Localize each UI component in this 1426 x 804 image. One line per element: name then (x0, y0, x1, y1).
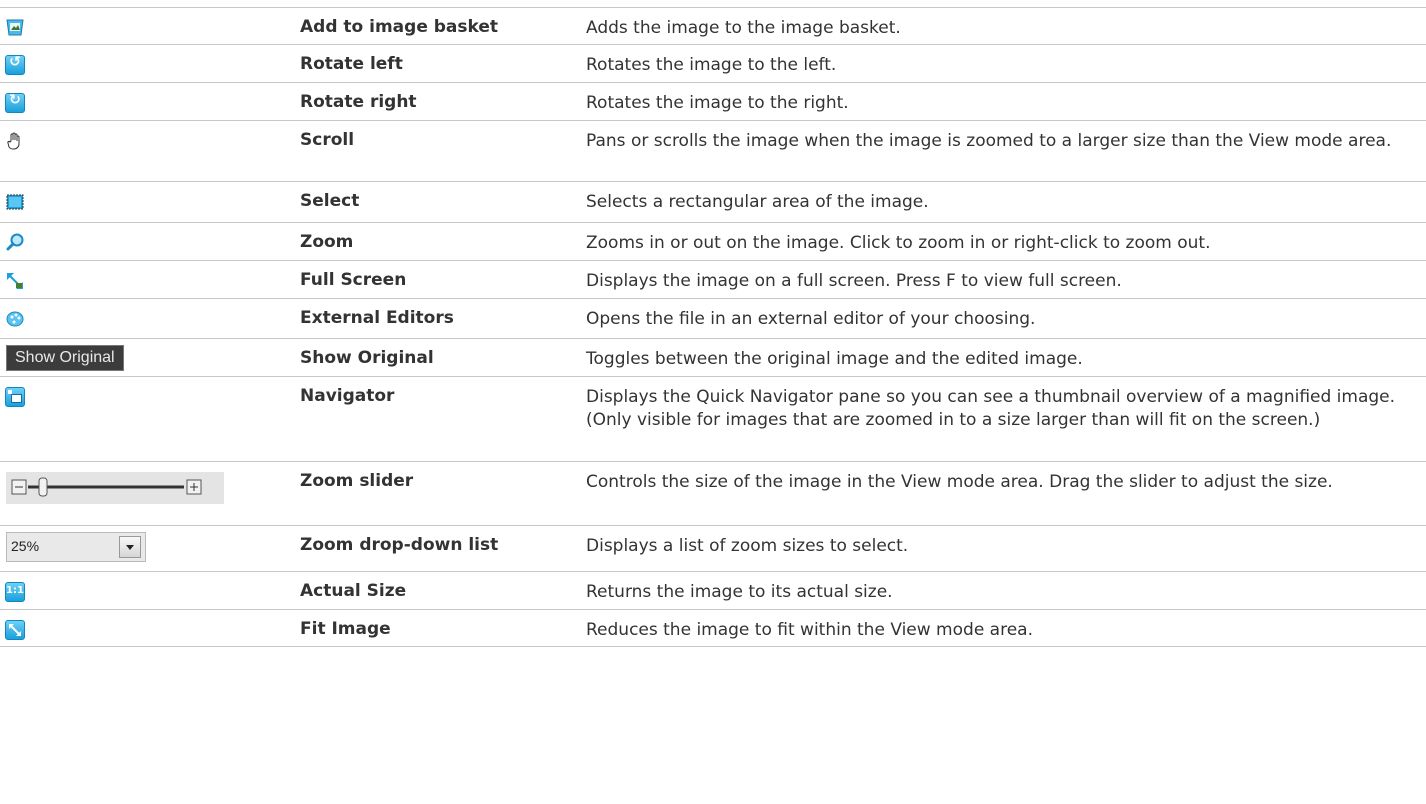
rotate-right-icon: ↻ (5, 92, 25, 113)
magnifier-icon (5, 232, 25, 257)
tool-description: Pans or scrolls the image when the image… (586, 131, 1392, 151)
table-row: ↺ Rotate left Rotates the image to the l… (0, 44, 1426, 82)
tool-name: External Editors (300, 308, 454, 328)
select-rectangle-icon (5, 192, 25, 217)
table-row: Full Screen Displays the image on a full… (0, 260, 1426, 298)
tool-name: Navigator (300, 386, 395, 406)
tool-name: Zoom drop-down list (300, 535, 499, 555)
actual-size-icon-text: 1:1 (6, 585, 24, 596)
navigator-icon (5, 387, 25, 407)
table-row: ↻ Rotate right Rotates the image to the … (0, 82, 1426, 120)
rotate-left-icon: ↺ (5, 54, 25, 75)
tool-description: Rotates the image to the left. (586, 55, 837, 75)
table-row: Zoom slider Controls the size of the ima… (0, 461, 1426, 525)
actual-size-icon: 1:1 (5, 582, 25, 602)
zoom-slider-control[interactable] (6, 472, 224, 504)
tool-description: Displays the image on a full screen. Pre… (586, 271, 1122, 291)
tool-name: Full Screen (300, 270, 407, 290)
tool-name: Show Original (300, 348, 434, 368)
tool-description: Displays a list of zoom sizes to select. (586, 536, 909, 556)
tool-name: Zoom slider (300, 471, 414, 491)
tool-description: Controls the size of the image in the Vi… (586, 472, 1333, 492)
tool-description: Reduces the image to fit within the View… (586, 620, 1033, 640)
tool-description: Returns the image to its actual size. (586, 582, 893, 602)
table-row: Zoom Zooms in or out on the image. Click… (0, 222, 1426, 260)
tool-name: Rotate right (300, 92, 417, 112)
table-row: 25% Zoom drop-down list Displays a list … (0, 525, 1426, 571)
table-row: 1:1 Actual Size Returns the image to its… (0, 571, 1426, 609)
table-row: Add to image basket Adds the image to th… (0, 7, 1426, 44)
tool-name: Scroll (300, 130, 355, 150)
chevron-down-icon[interactable] (119, 536, 141, 558)
hand-icon (5, 131, 25, 156)
table-row: Show Original Show Original Toggles betw… (0, 338, 1426, 376)
tool-description: Adds the image to the image basket. (586, 18, 901, 38)
full-screen-icon (5, 271, 25, 296)
tool-name: Rotate left (300, 54, 403, 74)
table-row: Select Selects a rectangular area of the… (0, 181, 1426, 222)
tool-description: Selects a rectangular area of the image. (586, 192, 929, 212)
tool-name: Actual Size (300, 581, 407, 601)
palette-icon (5, 309, 25, 334)
tool-name: Fit Image (300, 619, 391, 639)
tool-name: Select (300, 191, 360, 211)
tool-name: Zoom (300, 232, 354, 252)
tool-description: Rotates the image to the right. (586, 93, 849, 113)
zoom-dropdown-control[interactable]: 25% (6, 532, 146, 562)
show-original-label: Show Original (6, 345, 124, 371)
tool-description: Zooms in or out on the image. Click to z… (586, 233, 1211, 253)
tool-description: Toggles between the original image and t… (586, 349, 1083, 369)
table-row: Navigator Displays the Quick Navigator p… (0, 376, 1426, 461)
show-original-button[interactable]: Show Original (6, 345, 124, 371)
table-row: External Editors Opens the file in an ex… (0, 298, 1426, 338)
tool-description: Opens the file in an external editor of … (586, 309, 1036, 329)
fit-image-icon (5, 620, 25, 640)
table-row: Fit Image Reduces the image to fit withi… (0, 609, 1426, 647)
image-basket-icon (5, 17, 25, 42)
table-row: Scroll Pans or scrolls the image when th… (0, 120, 1426, 181)
zoom-dropdown-value: 25% (11, 538, 40, 554)
tool-name: Add to image basket (300, 17, 499, 37)
tool-description: Displays the Quick Navigator pane so you… (586, 387, 1396, 430)
